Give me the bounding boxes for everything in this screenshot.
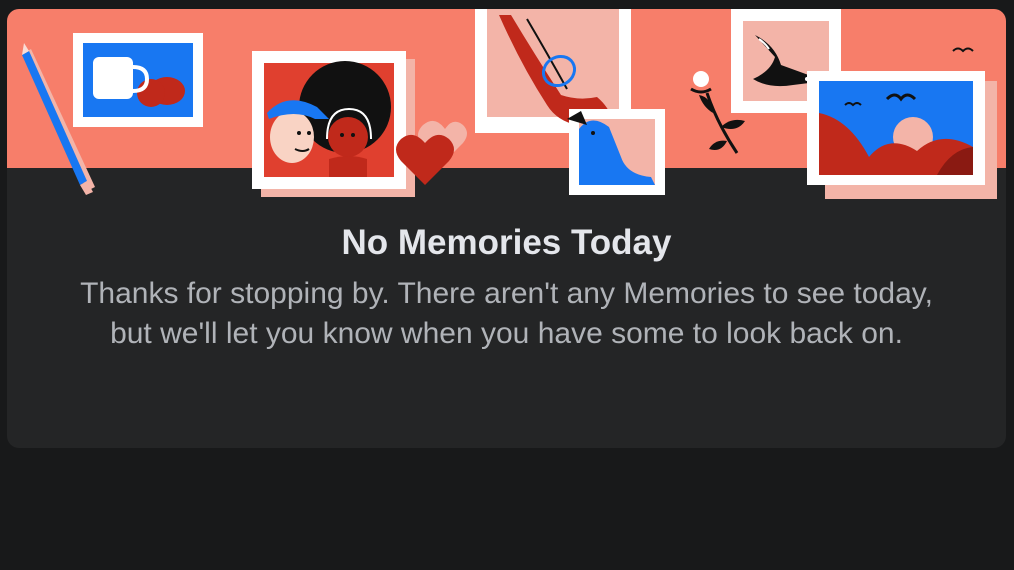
- couple-photo-icon: [252, 51, 415, 197]
- no-memories-card: No Memories Today Thanks for stopping by…: [7, 9, 1006, 448]
- landscape-photo-icon: [807, 47, 997, 199]
- memories-banner-illustration: [7, 9, 1006, 209]
- empty-state-message: Thanks for stopping by. There aren't any…: [80, 277, 933, 350]
- page-title: No Memories Today: [341, 223, 672, 262]
- coffee-mug-icon: [73, 33, 203, 127]
